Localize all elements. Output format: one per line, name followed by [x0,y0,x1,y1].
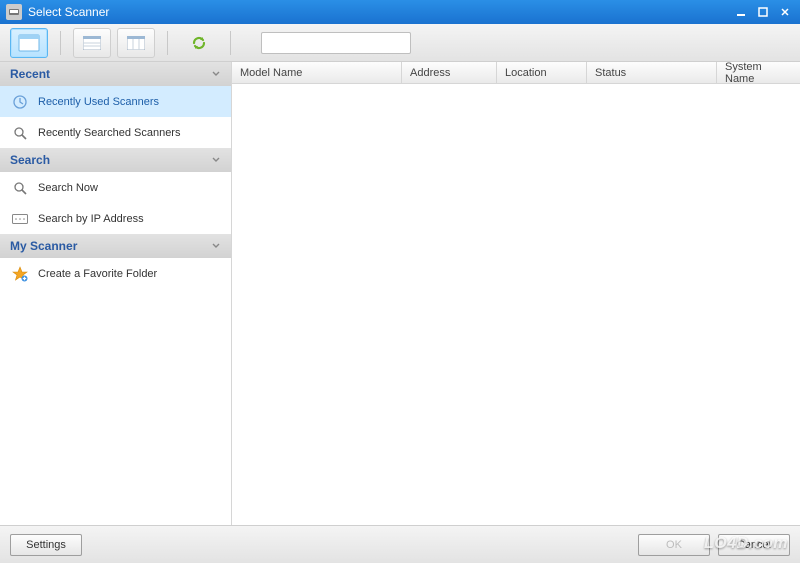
sidebar-item-search-now[interactable]: Search Now [0,172,231,203]
app-icon [6,4,22,20]
toolbar [0,24,800,62]
settings-button[interactable]: Settings [10,534,82,556]
column-header[interactable]: Address [402,62,497,83]
clock-icon [12,94,28,110]
column-header[interactable]: Location [497,62,587,83]
ip-field-icon [12,211,28,227]
column-header[interactable]: Status [587,62,717,83]
maximize-button[interactable] [754,5,772,19]
section-header-recent[interactable]: Recent [0,62,231,86]
column-header[interactable]: System Name [717,62,792,83]
section-title: Search [10,153,50,167]
chevron-down-icon [211,153,221,167]
view-large-button[interactable] [10,28,48,58]
content: Recent Recently Used Scanners Recently S… [0,62,800,525]
view-list-button[interactable] [73,28,111,58]
section-header-search[interactable]: Search [0,148,231,172]
refresh-icon [190,34,208,52]
toolbar-separator [230,31,231,55]
sidebar-item-label: Recently Searched Scanners [38,127,180,139]
ok-button[interactable]: OK [638,534,710,556]
toolbar-separator [167,31,168,55]
search-input[interactable] [268,37,410,49]
sidebar-item-recently-searched[interactable]: Recently Searched Scanners [0,117,231,148]
table-body [232,84,800,525]
view-list-icon [83,36,101,50]
sidebar-item-label: Search by IP Address [38,213,144,225]
sidebar-item-recently-used[interactable]: Recently Used Scanners [0,86,231,117]
column-header[interactable]: Model Name [232,62,402,83]
view-details-icon [127,36,145,50]
cancel-button[interactable]: Cancel [718,534,790,556]
sidebar-item-search-ip[interactable]: Search by IP Address [0,203,231,234]
toolbar-separator [60,31,61,55]
titlebar: Select Scanner [0,0,800,24]
bottombar: Settings OK Cancel [0,525,800,563]
section-title: Recent [10,67,50,81]
sidebar-item-label: Create a Favorite Folder [38,268,157,280]
window-title: Select Scanner [28,5,728,19]
sidebar: Recent Recently Used Scanners Recently S… [0,62,232,525]
table-area: Model NameAddressLocationStatusSystem Na… [232,62,800,525]
close-button[interactable] [776,5,794,19]
sidebar-item-label: Search Now [38,182,98,194]
table-header: Model NameAddressLocationStatusSystem Na… [232,62,800,84]
minimize-button[interactable] [732,5,750,19]
view-large-icon [18,34,40,52]
sidebar-item-create-favorite[interactable]: Create a Favorite Folder [0,258,231,289]
magnifier-icon [12,125,28,141]
search-box[interactable] [261,32,411,54]
section-title: My Scanner [10,239,77,253]
magnifier-icon [12,180,28,196]
view-details-button[interactable] [117,28,155,58]
star-add-icon [12,266,28,282]
chevron-down-icon [211,239,221,253]
refresh-button[interactable] [180,28,218,58]
section-header-my-scanner[interactable]: My Scanner [0,234,231,258]
chevron-down-icon [211,67,221,81]
sidebar-item-label: Recently Used Scanners [38,96,159,108]
